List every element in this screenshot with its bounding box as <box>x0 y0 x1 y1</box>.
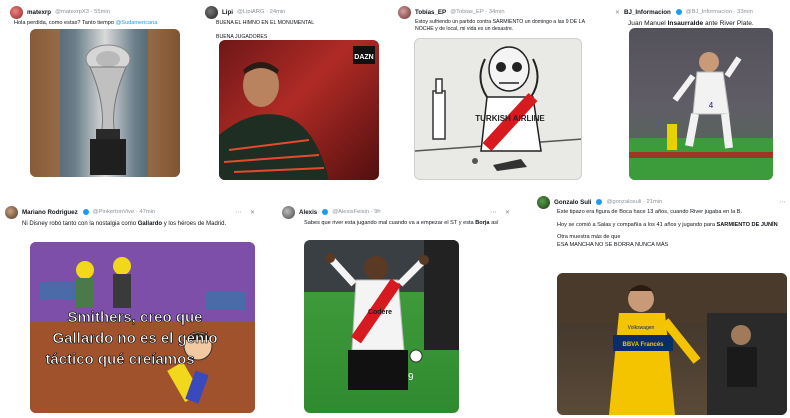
tweet-media[interactable]: Smithers, creo que Gallardo no es el gen… <box>30 242 255 413</box>
user-name[interactable]: Gonzalo Suli <box>554 199 591 206</box>
user-handle: @matexrpX3 · 55min <box>55 9 110 15</box>
tweet-card[interactable]: Mariano Rodriguez @PinkertonVive · 47min… <box>5 205 255 415</box>
meme-caption-line1: Smithers, creo que <box>67 309 202 326</box>
trophy-image <box>30 29 180 177</box>
player-photo: Codere 9 <box>325 240 459 390</box>
user-handle: @BJ_Informacion · 33min <box>685 9 753 15</box>
meme-caption-line2: Gallardo no es el genio <box>52 330 217 347</box>
tweet-media[interactable]: 4 <box>629 28 773 180</box>
more-icon[interactable]: ⋯ <box>779 198 787 206</box>
verified-icon <box>82 209 89 215</box>
more-icon[interactable]: ⋯ <box>235 208 243 216</box>
player-photo: BBVA Francés Volkswagen <box>557 273 787 415</box>
player-photo: DAZN <box>219 40 379 180</box>
shirt-number: 9 <box>408 372 414 383</box>
tweet-text-p4: ESA MANCHA NO SE BORRA NUNCA MÁS <box>557 241 669 248</box>
user-name[interactable]: Alexis <box>299 209 317 216</box>
tweet-card[interactable]: Lipi @LipiARG · 24min BUENA EL HIMNO EN … <box>205 5 383 183</box>
user-name[interactable]: Mariano Rodriguez <box>22 209 78 216</box>
user-name[interactable]: Lipi <box>222 9 233 16</box>
x-logo-icon: ✕ <box>504 209 510 216</box>
skeleton-cartoon: TURKISH AIRLINE <box>415 46 581 171</box>
tweet-text: Sabes que river esta jugando mal cuando … <box>304 220 499 226</box>
avatar[interactable] <box>205 5 218 19</box>
tweet-card[interactable]: Tobias_EP @Tobias_EP · 34min Estoy sufri… <box>398 5 586 183</box>
tweet-text-p1: Este tipazo era figura de Boca hace 13 a… <box>557 209 743 215</box>
avatar[interactable] <box>282 205 295 219</box>
tweet-media[interactable]: BBVA Francés Volkswagen <box>557 273 787 415</box>
mention-link[interactable]: @Sudamericana <box>116 20 158 26</box>
user-handle: @PinkertonVive · 47min <box>92 209 156 215</box>
jersey-sponsor-top: Volkswagen <box>628 325 655 331</box>
avatar[interactable] <box>10 5 23 19</box>
tweet-media[interactable]: Codere 9 <box>304 240 459 413</box>
user-name[interactable]: BJ_Informacion <box>624 9 671 16</box>
user-handle: @gonzalosuli · 21min <box>606 199 663 205</box>
tweet-text: Juan Manuel Insaurralde ante River Plate… <box>628 20 754 27</box>
jersey-sponsor: BBVA Francés <box>622 342 664 348</box>
tweet-media[interactable]: TURKISH AIRLINE <box>414 38 582 180</box>
more-icon[interactable]: ⋯ <box>490 208 498 216</box>
x-logo-icon: ✕ <box>249 209 255 216</box>
verified-icon <box>675 9 682 15</box>
tweet-text: Ni Disney robó tanto con la nostalgia co… <box>22 221 227 227</box>
player-photo: 4 <box>629 28 773 180</box>
meme-caption-line3: táctico qué creíamos <box>45 351 194 368</box>
avatar[interactable] <box>537 195 550 209</box>
tweet-text-p2: Hoy se comió a Salas y compañía a los 41… <box>557 221 778 228</box>
verified-icon <box>322 209 329 215</box>
jersey-sponsor: TURKISH AIRLINE <box>475 114 545 123</box>
user-name[interactable]: Tobias_EP <box>415 9 446 16</box>
user-handle: @AlexisFeixin · 9h <box>332 209 381 215</box>
tweet-media[interactable]: DAZN <box>219 40 379 180</box>
dazn-logo: DAZN <box>354 54 373 61</box>
tweet-text: BUENA EL HIMNO EN EL MONUMENTAL <box>216 20 315 26</box>
avatar[interactable] <box>398 5 411 19</box>
user-handle: @LipiARG · 24min <box>237 9 286 15</box>
user-handle: @Tobias_EP · 34min <box>450 9 505 15</box>
tweet-card[interactable]: matexrp @matexrpX3 · 55min Hola perdida,… <box>10 5 190 183</box>
shirt-number: 4 <box>709 101 714 110</box>
tweet-card[interactable]: Gonzalo Suli @gonzalosuli · 21min ⋯ Este… <box>537 195 787 415</box>
tweet-text: Estoy sufriendo un partido contra SARMIE… <box>415 19 585 32</box>
tweet-text-p3: Otra muestra más de que <box>557 234 621 240</box>
simpsons-meme: Smithers, creo que Gallardo no es el gen… <box>30 242 255 413</box>
tweet-card[interactable]: Alexis @AlexisFeixin · 9h ⋯ ✕ Sabes que … <box>282 205 510 415</box>
jersey-sponsor: Codere <box>368 309 392 316</box>
tweet-media[interactable] <box>30 29 180 177</box>
x-logo-icon: ✕ <box>615 9 621 16</box>
tweet-text: Hola perdida, como estas? Tanto tiempo @… <box>14 20 158 26</box>
tweet-card[interactable]: ✕ BJ_Informacion @BJ_Informacion · 33min… <box>612 5 787 183</box>
avatar[interactable] <box>5 205 18 219</box>
user-name[interactable]: matexrp <box>27 9 51 16</box>
verified-icon <box>596 199 603 205</box>
